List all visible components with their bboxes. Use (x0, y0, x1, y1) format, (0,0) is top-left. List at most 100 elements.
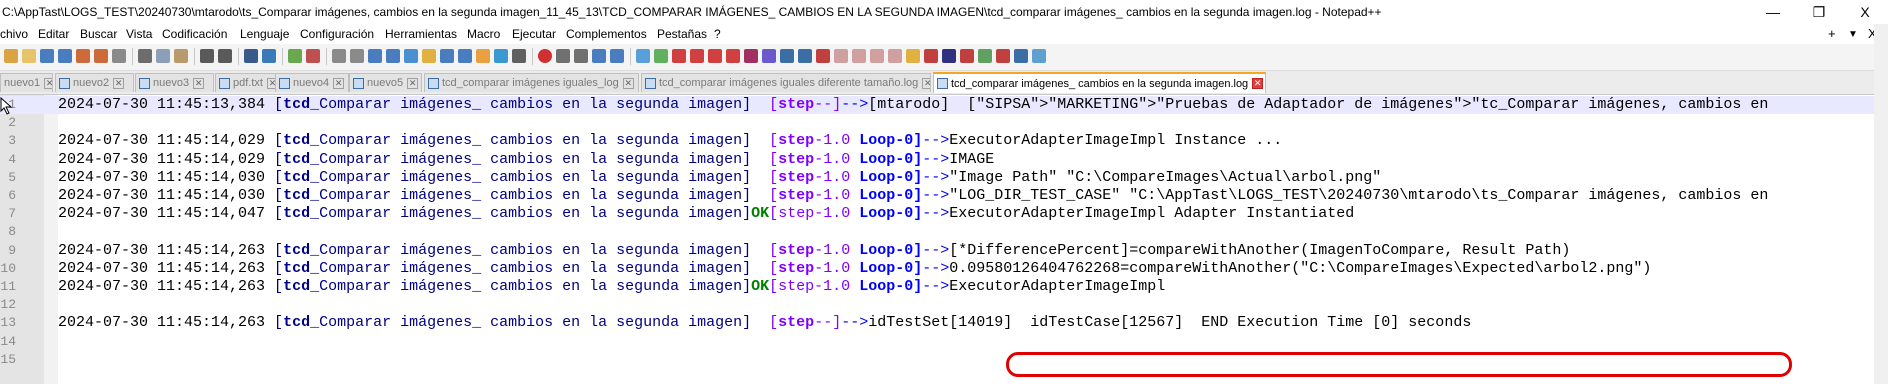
menu-ejecutar[interactable]: Ejecutar (512, 27, 556, 41)
new-file-icon[interactable] (4, 49, 18, 63)
close-tab-icon[interactable]: ✕ (193, 77, 205, 89)
diff-icon[interactable] (870, 49, 884, 63)
editor-line[interactable]: 11 2024-07-30 11:45:14,263 [tcd_Comparar … (0, 278, 1888, 296)
diff-icon[interactable] (888, 49, 902, 63)
close-tab-icon[interactable]: ✕ (333, 77, 345, 89)
tab-comparar-iguales-diferente-tamano[interactable]: tcd_comparar imágenes iguales diferente … (641, 73, 931, 92)
monitoring-icon[interactable] (512, 49, 526, 63)
previous-icon[interactable] (690, 49, 704, 63)
zoom-in-icon[interactable] (288, 49, 302, 63)
tool-icon[interactable] (906, 49, 920, 63)
word-wrap-icon[interactable] (368, 49, 382, 63)
play-macro-icon[interactable] (574, 49, 588, 63)
compare-icon[interactable] (762, 49, 776, 63)
redo-icon[interactable] (218, 49, 232, 63)
editor-line[interactable]: 8 (0, 223, 1888, 241)
function-list-icon[interactable] (476, 49, 490, 63)
close-tab-icon[interactable]: ✕ (407, 77, 419, 89)
find-icon[interactable] (244, 49, 258, 63)
close-tab-icon[interactable]: ✕ (1252, 78, 1264, 89)
tab-nuevo4[interactable]: nuevo4 ✕ (275, 73, 349, 92)
indent-guide-icon[interactable] (404, 49, 418, 63)
navigation-icon[interactable] (798, 49, 812, 63)
tool-icon[interactable] (960, 49, 974, 63)
bookmark-icon[interactable] (744, 49, 758, 63)
save-icon[interactable] (40, 49, 54, 63)
clear-icon[interactable] (816, 49, 830, 63)
tab-nuevo3[interactable]: nuevo3 ✕ (135, 73, 214, 92)
new-tab-button[interactable]: + (1828, 26, 1836, 41)
run-macro-multiple-icon[interactable] (592, 49, 606, 63)
editor-line[interactable]: 9 2024-07-30 11:45:14,263 [tcd_Comparar i… (0, 242, 1888, 260)
sync-scroll-icon[interactable] (780, 49, 794, 63)
menu-herramientas[interactable]: Herramientas (385, 27, 457, 41)
close-button[interactable]: X (1842, 0, 1888, 24)
tab-nuevo1[interactable]: nuevo1 ✕ (0, 73, 53, 92)
minimize-button[interactable]: — (1750, 0, 1796, 24)
udl-icon[interactable] (422, 49, 436, 63)
editor-line[interactable]: 1 2024-07-30 11:45:13,384 [tcd_Comparar i… (0, 96, 1888, 114)
replace-icon[interactable] (262, 49, 276, 63)
editor-line[interactable]: 5 2024-07-30 11:45:14,030 [tcd_Comparar i… (0, 169, 1888, 187)
tool-icon[interactable] (978, 49, 992, 63)
undo-icon[interactable] (200, 49, 214, 63)
tool-icon[interactable] (924, 49, 938, 63)
next-icon[interactable] (708, 49, 722, 63)
doc-map-icon[interactable] (440, 49, 454, 63)
record-macro-icon[interactable] (538, 49, 552, 63)
close-tab-icon[interactable]: ✕ (922, 77, 930, 89)
folder-workspace-icon[interactable] (494, 49, 508, 63)
tab-nuevo2[interactable]: nuevo2 ✕ (55, 73, 134, 92)
first-icon[interactable] (672, 49, 686, 63)
paste-icon[interactable] (174, 49, 188, 63)
ampersand-icon[interactable] (942, 49, 956, 63)
menu-macro[interactable]: Macro (467, 27, 500, 41)
tool-icon[interactable] (1014, 49, 1028, 63)
menu-codificacion[interactable]: Codificación (162, 27, 227, 41)
editor-line[interactable]: 14 (0, 333, 1888, 351)
menu-vista[interactable]: Vista (126, 27, 152, 41)
close-tab-icon[interactable]: ✕ (113, 77, 125, 89)
copy-icon[interactable] (156, 49, 170, 63)
editor-line[interactable]: 6 2024-07-30 11:45:14,030 [tcd_Comparar i… (0, 187, 1888, 205)
editor-line[interactable]: 2 (0, 114, 1888, 132)
editor-line[interactable]: 12 (0, 296, 1888, 314)
doc-list-icon[interactable] (458, 49, 472, 63)
close-tab-icon[interactable]: ✕ (622, 77, 634, 89)
tool-icon[interactable] (1032, 49, 1046, 63)
menu-buscar[interactable]: Buscar (80, 27, 117, 41)
save-macro-icon[interactable] (610, 49, 624, 63)
tab-nuevo5[interactable]: nuevo5 ✕ (349, 73, 422, 92)
plugin-icon[interactable] (636, 49, 650, 63)
text-editor[interactable]: 1 2024-07-30 11:45:13,384 [tcd_Comparar i… (0, 95, 1888, 384)
open-file-icon[interactable] (22, 49, 36, 63)
menu-lenguaje[interactable]: Lenguaje (240, 27, 289, 41)
menu-complementos[interactable]: Complementos (566, 27, 647, 41)
editor-line[interactable]: 10 2024-07-30 11:45:14,263 [tcd_Comparar … (0, 260, 1888, 278)
save-all-icon[interactable] (58, 49, 72, 63)
editor-line[interactable]: 7 2024-07-30 11:45:14,047 [tcd_Comparar i… (0, 205, 1888, 223)
last-icon[interactable] (726, 49, 740, 63)
tab-list-dropdown[interactable]: ▼ (1848, 29, 1858, 40)
print-icon[interactable] (112, 49, 126, 63)
show-all-characters-icon[interactable] (386, 49, 400, 63)
editor-line[interactable]: 13 2024-07-30 11:45:14,263 [tcd_Comparar … (0, 314, 1888, 332)
check-icon[interactable] (654, 49, 668, 63)
cut-icon[interactable] (138, 49, 152, 63)
sync-vertical-icon[interactable] (332, 49, 346, 63)
tool-icon[interactable] (996, 49, 1010, 63)
close-file-icon[interactable] (76, 49, 90, 63)
diff-icon[interactable] (852, 49, 866, 63)
menu-archivo[interactable]: chivo (0, 27, 28, 41)
close-tab-icon[interactable]: ✕ (44, 77, 52, 89)
diff-icon[interactable] (834, 49, 848, 63)
menu-configuracion[interactable]: Configuración (300, 27, 374, 41)
close-all-icon[interactable] (94, 49, 108, 63)
zoom-out-icon[interactable] (306, 49, 320, 63)
tab-comparar-iguales[interactable]: tcd_comparar imágenes iguales_log ✕ (424, 73, 639, 92)
menu-help[interactable]: ? (714, 27, 721, 41)
editor-line[interactable]: 3 2024-07-30 11:45:14,029 [tcd_Comparar i… (0, 132, 1888, 150)
restore-button[interactable]: ❐ (1796, 0, 1842, 24)
menu-editar[interactable]: Editar (38, 27, 69, 41)
editor-line[interactable]: 4 2024-07-30 11:45:14,029 [tcd_Comparar i… (0, 151, 1888, 169)
